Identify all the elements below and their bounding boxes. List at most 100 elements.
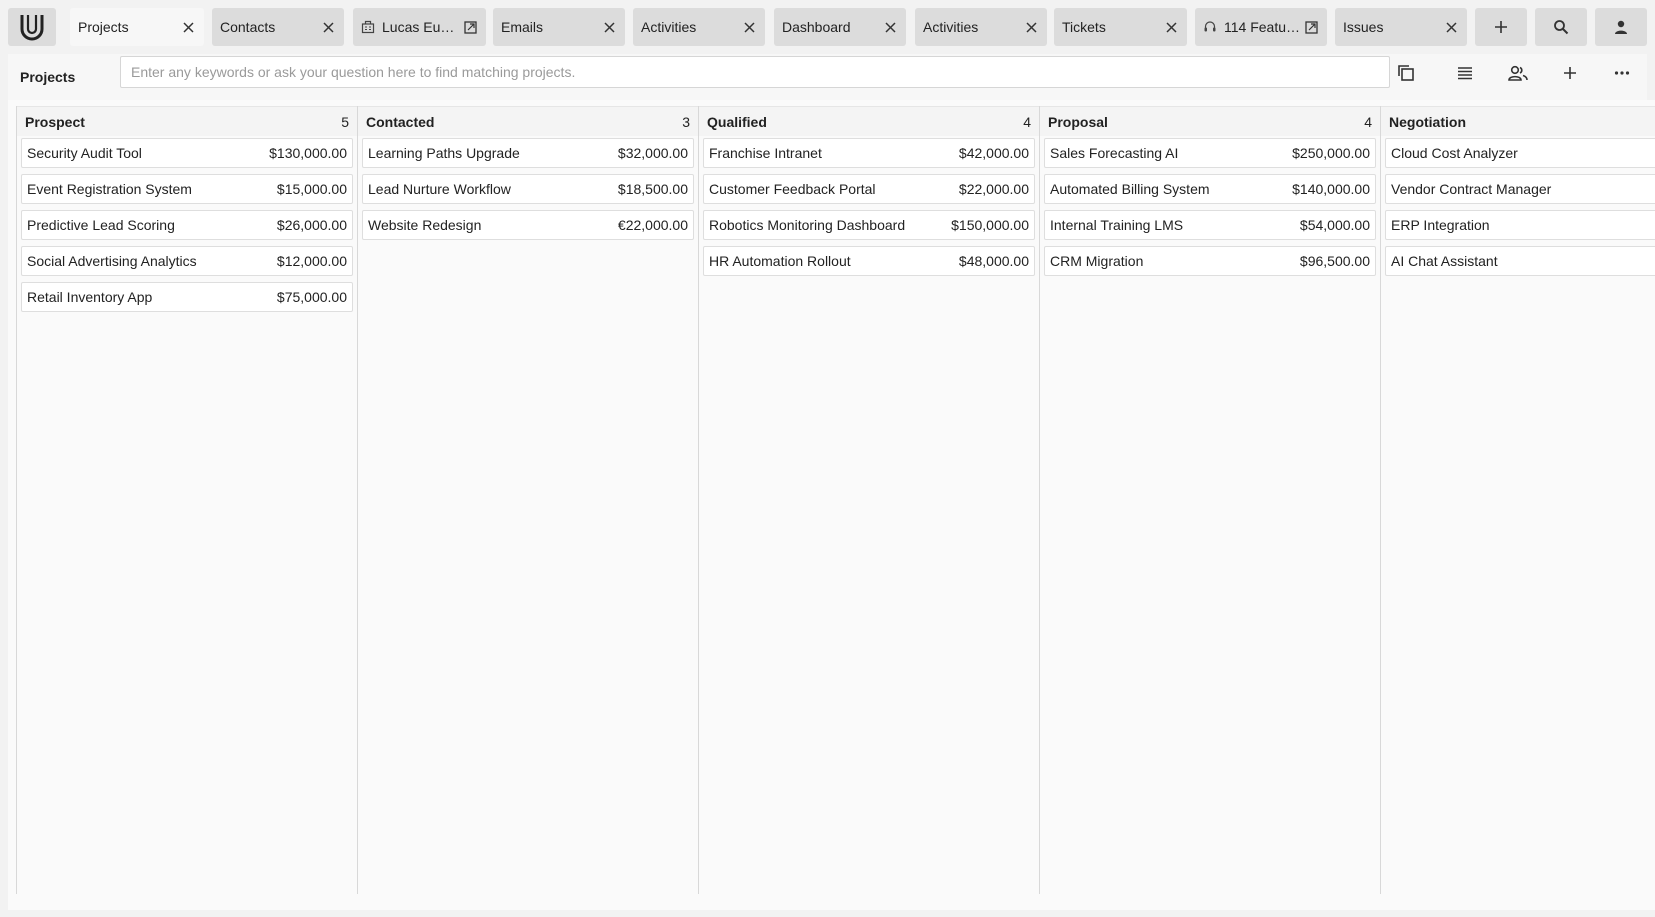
card-amount: $48,000.00: [958, 253, 1029, 269]
headset-icon: [1203, 20, 1217, 34]
column-header[interactable]: Proposal 4: [1040, 106, 1380, 136]
column-header[interactable]: Negotiation: [1381, 106, 1655, 136]
project-card[interactable]: HR Automation Rollout $48,000.00: [703, 246, 1035, 276]
app-logo[interactable]: [8, 8, 56, 46]
column-header[interactable]: Qualified 4: [699, 106, 1039, 136]
kanban-board: Prospect 5 Security Audit Tool $130,000.00 E…: [8, 100, 1655, 910]
column-count: 4: [1364, 113, 1372, 130]
popout-icon[interactable]: [1303, 19, 1319, 35]
tab-label: Activities: [923, 19, 979, 35]
project-card[interactable]: Vendor Contract Manager$: [1385, 174, 1655, 204]
project-card[interactable]: ERP Integration$3: [1385, 210, 1655, 240]
logo-icon: [20, 15, 44, 41]
duplicate-view-button[interactable]: [1390, 57, 1422, 89]
card-title: AI Chat Assistant: [1391, 253, 1498, 269]
kanban-column-prospect: Prospect 5 Security Audit Tool $130,000.00 E…: [16, 106, 357, 894]
tab-activities[interactable]: Activities: [915, 8, 1047, 46]
project-card[interactable]: Learning Paths Upgrade $32,000.00: [362, 138, 694, 168]
project-card[interactable]: AI Chat Assistant€1: [1385, 246, 1655, 276]
view-toolbar: Projects: [8, 54, 1647, 100]
project-card[interactable]: Website Redesign €22,000.00: [362, 210, 694, 240]
copy-icon: [1398, 65, 1414, 81]
column-count: 4: [1023, 113, 1031, 130]
card-title: Retail Inventory App: [27, 289, 153, 305]
tab-label: 114 Featur…: [1224, 19, 1303, 35]
tab-emails[interactable]: Emails: [493, 8, 625, 46]
tab-label: Activities: [641, 19, 697, 35]
card-title: Customer Feedback Portal: [709, 181, 876, 197]
close-icon[interactable]: [1163, 19, 1179, 35]
user-account-button[interactable]: [1595, 8, 1647, 46]
column-title: Qualified: [707, 113, 767, 130]
tab-label: Issues: [1343, 19, 1384, 35]
project-card[interactable]: Cloud Cost Analyzer$1: [1385, 138, 1655, 168]
project-card[interactable]: Lead Nurture Workflow $18,500.00: [362, 174, 694, 204]
tab-contacts[interactable]: Contacts: [212, 8, 344, 46]
card-amount: $150,000.00: [951, 217, 1029, 233]
add-project-button[interactable]: [1554, 57, 1586, 89]
close-icon[interactable]: [741, 19, 757, 35]
card-title: Sales Forecasting AI: [1050, 145, 1179, 161]
column-title: Contacted: [366, 113, 435, 130]
column-header[interactable]: Contacted 3: [358, 106, 698, 136]
kanban-column-negotiation: Negotiation Cloud Cost Analyzer$1 Vendor C…: [1380, 106, 1655, 894]
project-card[interactable]: Sales Forecasting AI $250,000.00: [1044, 138, 1376, 168]
search-input[interactable]: [120, 56, 1390, 88]
card-title: Franchise Intranet: [709, 145, 822, 161]
list-view-button[interactable]: [1449, 57, 1481, 89]
close-icon[interactable]: [1023, 19, 1039, 35]
close-icon[interactable]: [601, 19, 617, 35]
group-by-button[interactable]: [1502, 57, 1534, 89]
tab-114-featur[interactable]: 114 Featur…: [1195, 8, 1327, 46]
project-card[interactable]: Retail Inventory App $75,000.00: [21, 282, 353, 312]
project-card[interactable]: Customer Feedback Portal $22,000.00: [703, 174, 1035, 204]
card-title: Lead Nurture Workflow: [368, 181, 511, 197]
tab-issues[interactable]: Issues: [1335, 8, 1467, 46]
card-amount: $12,000.00: [276, 253, 347, 269]
column-header[interactable]: Prospect 5: [17, 106, 357, 136]
column-count: 3: [682, 113, 690, 130]
project-card[interactable]: Predictive Lead Scoring $26,000.00: [21, 210, 353, 240]
card-title: Cloud Cost Analyzer: [1391, 145, 1518, 161]
project-card[interactable]: Event Registration System $15,000.00: [21, 174, 353, 204]
card-amount: $42,000.00: [958, 145, 1029, 161]
card-title: Automated Billing System: [1050, 181, 1210, 197]
column-title: Prospect: [25, 113, 85, 130]
tab-dashboard[interactable]: Dashboard: [774, 8, 906, 46]
close-icon[interactable]: [1443, 19, 1459, 35]
close-icon[interactable]: [180, 19, 196, 35]
tab-lucas-eud[interactable]: Lucas Eud…: [353, 8, 486, 46]
new-tab-button[interactable]: [1475, 8, 1527, 46]
tab-activities[interactable]: Activities: [633, 8, 765, 46]
card-amount: $22,000.00: [958, 181, 1029, 197]
card-title: CRM Migration: [1050, 253, 1144, 269]
card-amount: $96,500.00: [1299, 253, 1370, 269]
project-card[interactable]: Franchise Intranet $42,000.00: [703, 138, 1035, 168]
kanban-column-contacted: Contacted 3 Learning Paths Upgrade $32,000.…: [357, 106, 698, 894]
project-card[interactable]: CRM Migration $96,500.00: [1044, 246, 1376, 276]
card-title: Internal Training LMS: [1050, 217, 1184, 233]
tab-tickets[interactable]: Tickets: [1054, 8, 1187, 46]
popout-icon[interactable]: [462, 19, 478, 35]
project-card[interactable]: Robotics Monitoring Dashboard $150,000.00: [703, 210, 1035, 240]
tab-projects[interactable]: Projects: [70, 8, 204, 46]
card-title: Social Advertising Analytics: [27, 253, 197, 269]
close-icon[interactable]: [882, 19, 898, 35]
card-title: Event Registration System: [27, 181, 192, 197]
more-options-button[interactable]: [1606, 57, 1638, 89]
global-search-button[interactable]: [1535, 8, 1587, 46]
card-title: Vendor Contract Manager: [1391, 181, 1552, 197]
card-title: ERP Integration: [1391, 217, 1490, 233]
project-card[interactable]: Automated Billing System $140,000.00: [1044, 174, 1376, 204]
project-card[interactable]: Internal Training LMS $54,000.00: [1044, 210, 1376, 240]
menu-list-icon: [1458, 67, 1472, 80]
close-icon[interactable]: [320, 19, 336, 35]
card-title: Robotics Monitoring Dashboard: [709, 217, 906, 233]
more-horizontal-icon: [1614, 71, 1630, 75]
project-card[interactable]: Security Audit Tool $130,000.00: [21, 138, 353, 168]
card-title: Website Redesign: [368, 217, 482, 233]
card-amount: $140,000.00: [1292, 181, 1370, 197]
project-card[interactable]: Social Advertising Analytics $12,000.00: [21, 246, 353, 276]
kanban-column-proposal: Proposal 4 Sales Forecasting AI $250,000.00…: [1039, 106, 1380, 894]
building-icon: [361, 20, 375, 34]
